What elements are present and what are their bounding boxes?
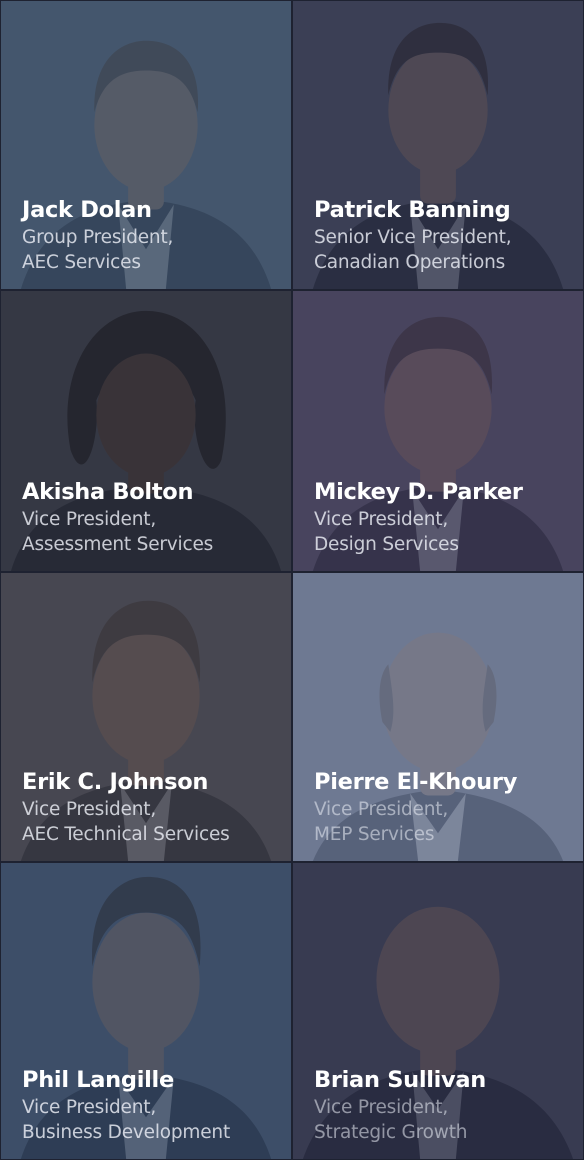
team-card-jack-dolan[interactable]: Jack Dolan Group President, AEC Services (0, 0, 292, 290)
member-title-line2: Canadian Operations (314, 252, 506, 273)
card-info: Mickey D. Parker Vice President, Design … (314, 477, 575, 557)
team-card-pierre-el-khoury[interactable]: Pierre El-Khoury Vice President, MEP Ser… (292, 572, 584, 862)
team-card-phil-langille[interactable]: Phil Langille Vice President, Business D… (0, 862, 292, 1160)
member-title-line2: MEP Services (314, 824, 435, 845)
team-card-patrick-banning[interactable]: Patrick Banning Senior Vice President, C… (292, 0, 584, 290)
team-card-brian-sullivan[interactable]: Brian Sullivan Vice President, Strategic… (292, 862, 584, 1160)
member-name: Patrick Banning (314, 197, 511, 223)
member-name: Brian Sullivan (314, 1067, 487, 1093)
team-card-mickey-parker[interactable]: Mickey D. Parker Vice President, Design … (292, 290, 584, 572)
card-info: Jack Dolan Group President, AEC Services (22, 195, 283, 275)
card-info: Pierre El-Khoury Vice President, MEP Ser… (314, 767, 575, 847)
member-name: Pierre El-Khoury (314, 769, 518, 795)
member-title-line1: Vice President, (314, 509, 448, 530)
member-name: Erik C. Johnson (22, 769, 209, 795)
member-title-line2: Business Development (22, 1122, 231, 1143)
member-title-line2: Design Services (314, 534, 459, 555)
card-info: Erik C. Johnson Vice President, AEC Tech… (22, 767, 283, 847)
team-card-erik-johnson[interactable]: Erik C. Johnson Vice President, AEC Tech… (0, 572, 292, 862)
member-title-line2: Assessment Services (22, 534, 214, 555)
member-title-line2: AEC Technical Services (22, 824, 230, 845)
team-grid: Jack Dolan Group President, AEC Services… (0, 0, 584, 1160)
member-name: Jack Dolan (22, 197, 152, 223)
team-card-akisha-bolton[interactable]: Akisha Bolton Vice President, Assessment… (0, 290, 292, 572)
member-title-line2: AEC Services (22, 252, 141, 273)
card-info: Akisha Bolton Vice President, Assessment… (22, 477, 283, 557)
card-info: Patrick Banning Senior Vice President, C… (314, 195, 575, 275)
member-title-line1: Vice President, (22, 1097, 156, 1118)
card-info: Phil Langille Vice President, Business D… (22, 1065, 283, 1145)
member-title-line2: Strategic Growth (314, 1122, 468, 1143)
card-info: Brian Sullivan Vice President, Strategic… (314, 1065, 575, 1145)
member-name: Phil Langille (22, 1067, 174, 1093)
member-name: Akisha Bolton (22, 479, 194, 505)
member-title-line1: Vice President, (22, 799, 156, 820)
member-title-line1: Vice President, (314, 1097, 448, 1118)
member-name: Mickey D. Parker (314, 479, 523, 505)
member-title-line1: Vice President, (314, 799, 448, 820)
member-title-line1: Group President, (22, 227, 174, 248)
member-title-line1: Vice President, (22, 509, 156, 530)
member-title-line1: Senior Vice President, (314, 227, 512, 248)
